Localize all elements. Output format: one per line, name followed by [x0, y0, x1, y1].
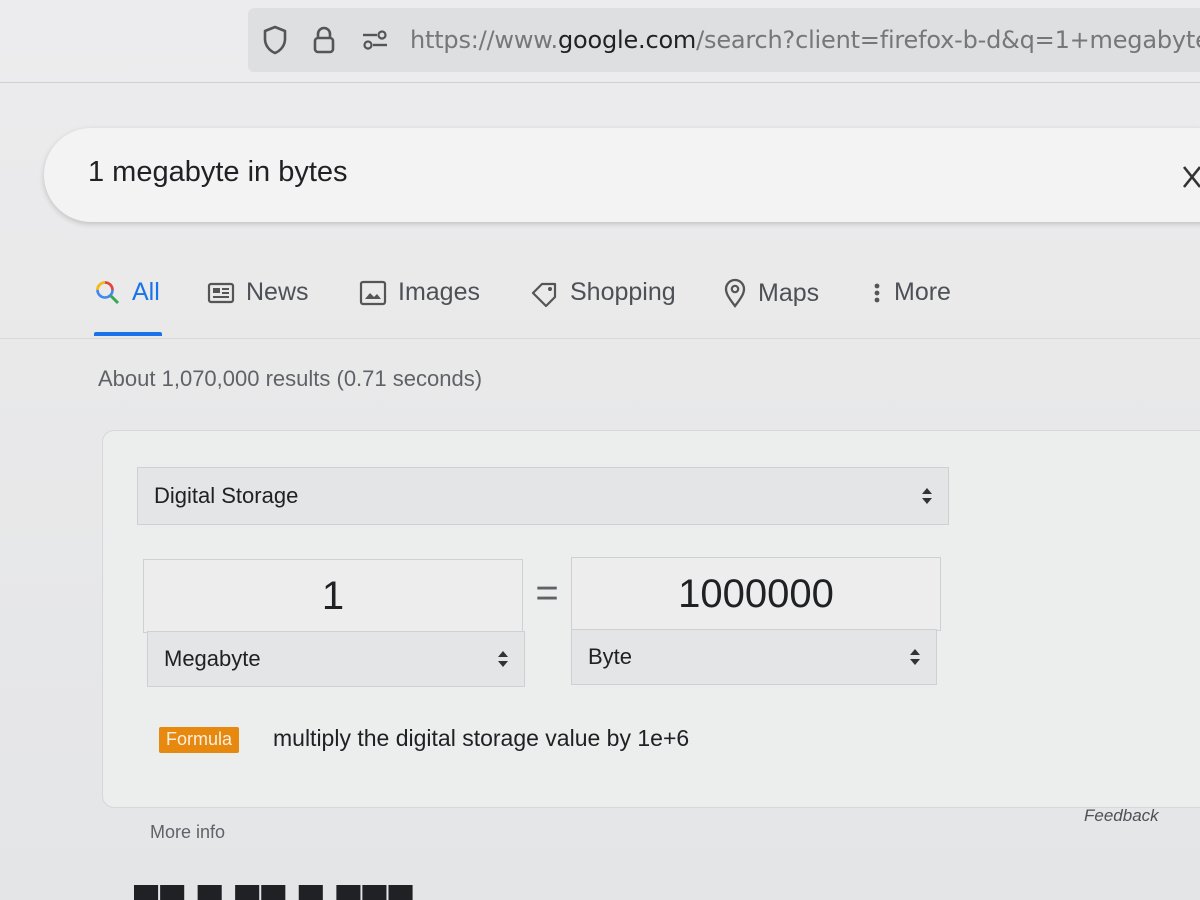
tab-images-label: Images — [398, 278, 480, 306]
tab-all-label: All — [132, 278, 160, 306]
from-unit-select[interactable]: Megabyte — [147, 631, 525, 687]
clear-search-icon[interactable] — [1182, 162, 1200, 192]
tab-images[interactable]: Images — [358, 278, 480, 307]
url-path: /search?client=firefox-b-d&q=1+megabyte — [696, 26, 1200, 54]
tab-news-label: News — [246, 278, 309, 306]
vertical-dots-icon — [874, 283, 880, 302]
category-select[interactable]: Digital Storage — [137, 467, 949, 525]
search-box[interactable]: 1 megabyte in bytes — [44, 128, 1200, 222]
to-unit-select[interactable]: Byte — [571, 629, 937, 685]
result-stats: About 1,070,000 results (0.71 seconds) — [98, 366, 483, 391]
from-value-input[interactable]: 1 — [143, 559, 523, 633]
formula-text: multiply the digital storage value by 1e… — [273, 725, 690, 751]
tabs-divider — [0, 338, 1200, 339]
search-icon — [96, 280, 120, 304]
active-tab-indicator — [94, 332, 162, 336]
url-prefix: https://www. — [410, 26, 558, 54]
next-result-heading-cutoff: ▀▀ ▀ ▀▀ ▀ ▀▀▀ — [134, 884, 454, 900]
category-select-value: Digital Storage — [154, 483, 299, 508]
up-down-arrows-icon — [496, 649, 510, 669]
shield-icon[interactable] — [262, 24, 288, 56]
browser-chrome-divider — [0, 82, 1200, 83]
tab-shopping[interactable]: Shopping — [530, 278, 676, 307]
address-bar[interactable]: https://www.google.com/search?client=fir… — [248, 8, 1200, 72]
tab-maps-label: Maps — [758, 278, 820, 307]
image-icon — [359, 280, 387, 305]
equals-sign: = — [535, 571, 559, 615]
search-input[interactable]: 1 megabyte in bytes — [88, 156, 348, 189]
tab-shopping-label: Shopping — [570, 278, 676, 306]
to-value-input[interactable]: 1000000 — [571, 557, 941, 631]
google-search-page: https://www.google.com/search?client=fir… — [0, 0, 1200, 900]
map-pin-icon — [724, 278, 746, 308]
tab-more[interactable]: More — [870, 278, 951, 307]
tab-all[interactable]: All — [94, 278, 160, 307]
unit-converter-card: Digital Storage 1 = 1000000 Megabyte Byt… — [102, 430, 1200, 808]
more-info-link[interactable]: More info — [150, 822, 225, 843]
lock-icon[interactable] — [312, 24, 336, 56]
cutoff-text-glyphs: ▀▀ ▀ ▀▀ ▀ ▀▀▀ — [134, 886, 454, 900]
tag-icon — [531, 282, 557, 307]
url-host: google.com — [557, 26, 697, 54]
url-text[interactable]: https://www.google.com/search?client=fir… — [410, 26, 1200, 54]
tab-maps[interactable]: Maps — [722, 278, 819, 308]
up-down-arrows-icon — [920, 486, 934, 506]
from-unit-value: Megabyte — [164, 646, 261, 671]
tab-news[interactable]: News — [206, 278, 309, 307]
permissions-icon[interactable] — [360, 24, 390, 56]
tab-more-label: More — [894, 278, 951, 306]
feedback-link[interactable]: Feedback — [1084, 806, 1159, 826]
formula-badge: Formula — [159, 727, 240, 753]
to-unit-value: Byte — [588, 644, 633, 669]
up-down-arrows-icon — [908, 647, 922, 667]
news-icon — [207, 282, 235, 303]
